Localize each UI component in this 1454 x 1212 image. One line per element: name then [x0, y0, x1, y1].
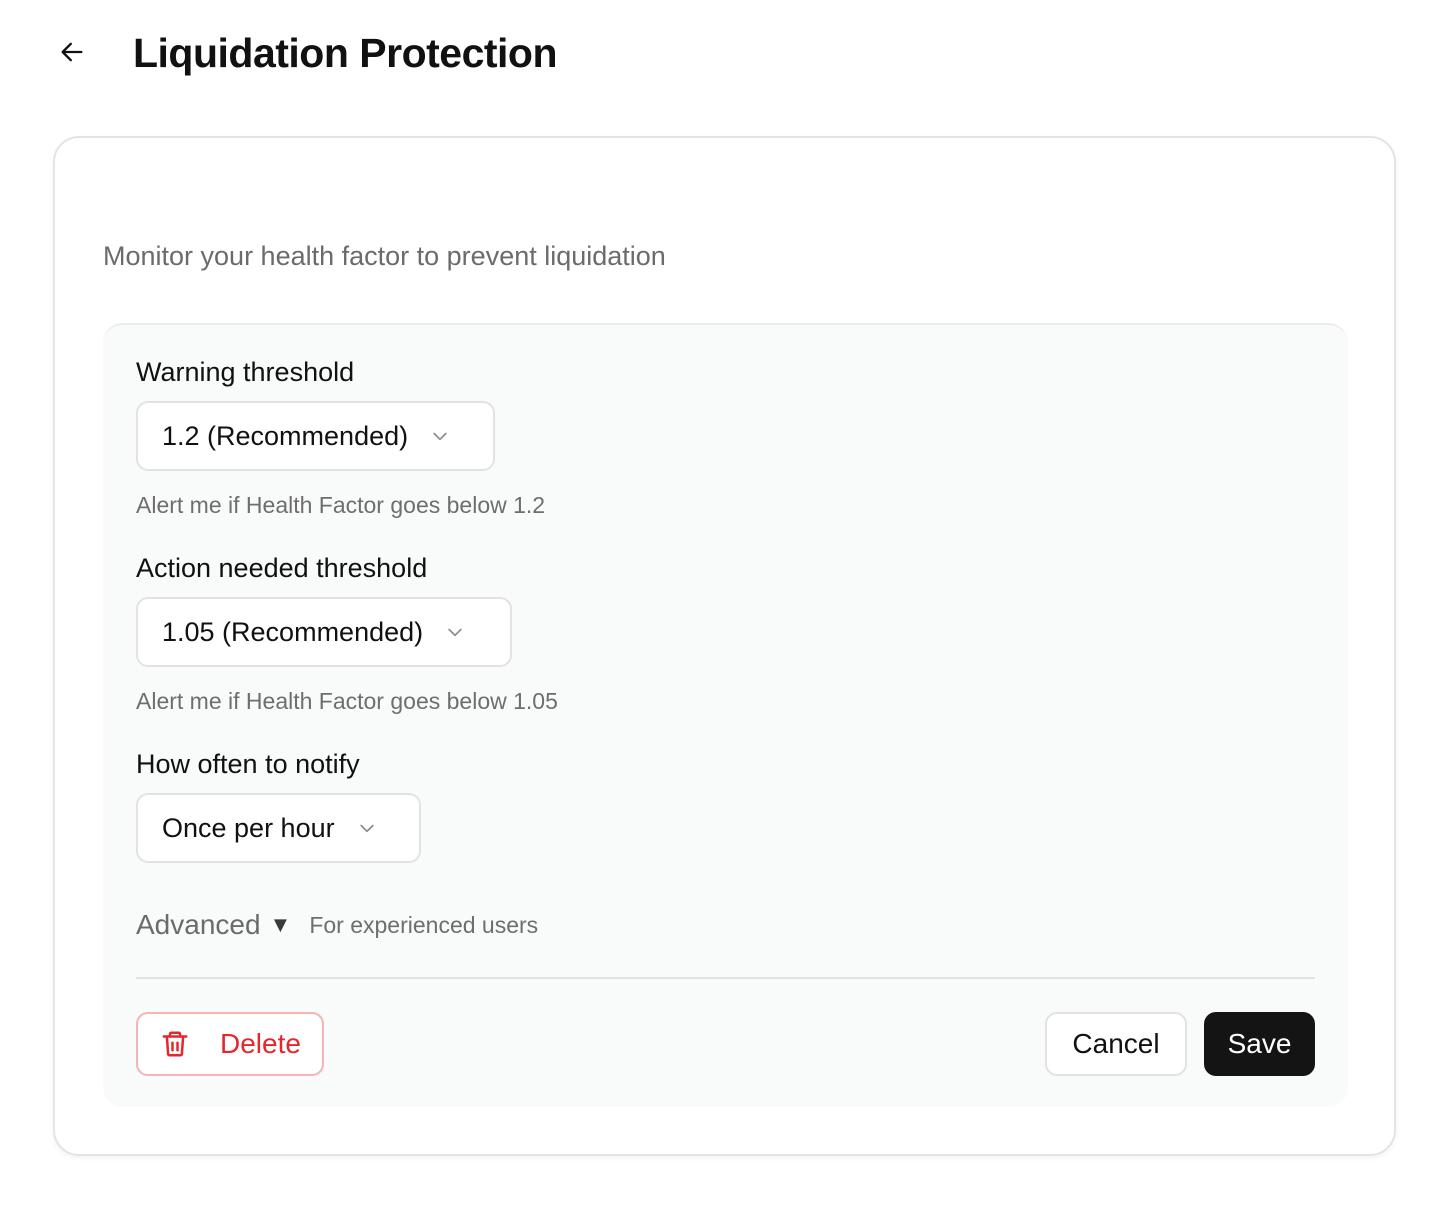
back-button[interactable] — [52, 32, 92, 72]
notify-frequency-value: Once per hour — [162, 812, 335, 843]
delete-button[interactable]: Delete — [136, 1012, 324, 1076]
warning-threshold-select[interactable]: 1.2 (Recommended) — [136, 401, 495, 471]
advanced-toggle[interactable]: Advanced ▼ — [136, 909, 291, 941]
save-button[interactable]: Save — [1204, 1012, 1315, 1076]
warning-threshold-label: Warning threshold — [136, 357, 355, 387]
action-threshold-value: 1.05 (Recommended) — [162, 616, 424, 647]
notify-frequency-select[interactable]: Once per hour — [136, 793, 421, 863]
delete-label: Delete — [220, 1028, 301, 1059]
chevron-down-icon — [430, 426, 450, 446]
page-title: Liquidation Protection — [133, 30, 558, 76]
trash-icon — [160, 1029, 190, 1059]
advanced-section: Advanced ▼ For experienced users — [136, 905, 538, 945]
advanced-note: For experienced users — [309, 911, 539, 938]
action-threshold-select[interactable]: 1.05 (Recommended) — [136, 597, 512, 667]
notify-frequency-label: How often to notify — [136, 749, 360, 779]
triangle-down-icon: ▼ — [269, 912, 292, 937]
card-subtitle: Monitor your health factor to prevent li… — [103, 241, 666, 271]
page-header: Liquidation Protection — [0, 0, 1454, 110]
settings-panel: Warning threshold 1.2 (Recommended) Aler… — [103, 323, 1348, 1107]
advanced-label: Advanced — [136, 909, 261, 940]
action-threshold-label: Action needed threshold — [136, 553, 428, 583]
arrow-left-icon — [61, 42, 83, 62]
chevron-down-icon — [357, 818, 377, 838]
action-threshold-hint: Alert me if Health Factor goes below 1.0… — [136, 688, 558, 714]
warning-threshold-hint: Alert me if Health Factor goes below 1.2 — [136, 492, 546, 518]
warning-threshold-value: 1.2 (Recommended) — [162, 420, 409, 451]
cancel-button[interactable]: Cancel — [1045, 1012, 1187, 1076]
settings-card: Monitor your health factor to prevent li… — [53, 136, 1396, 1156]
chevron-down-icon — [445, 622, 465, 642]
divider — [136, 977, 1315, 979]
